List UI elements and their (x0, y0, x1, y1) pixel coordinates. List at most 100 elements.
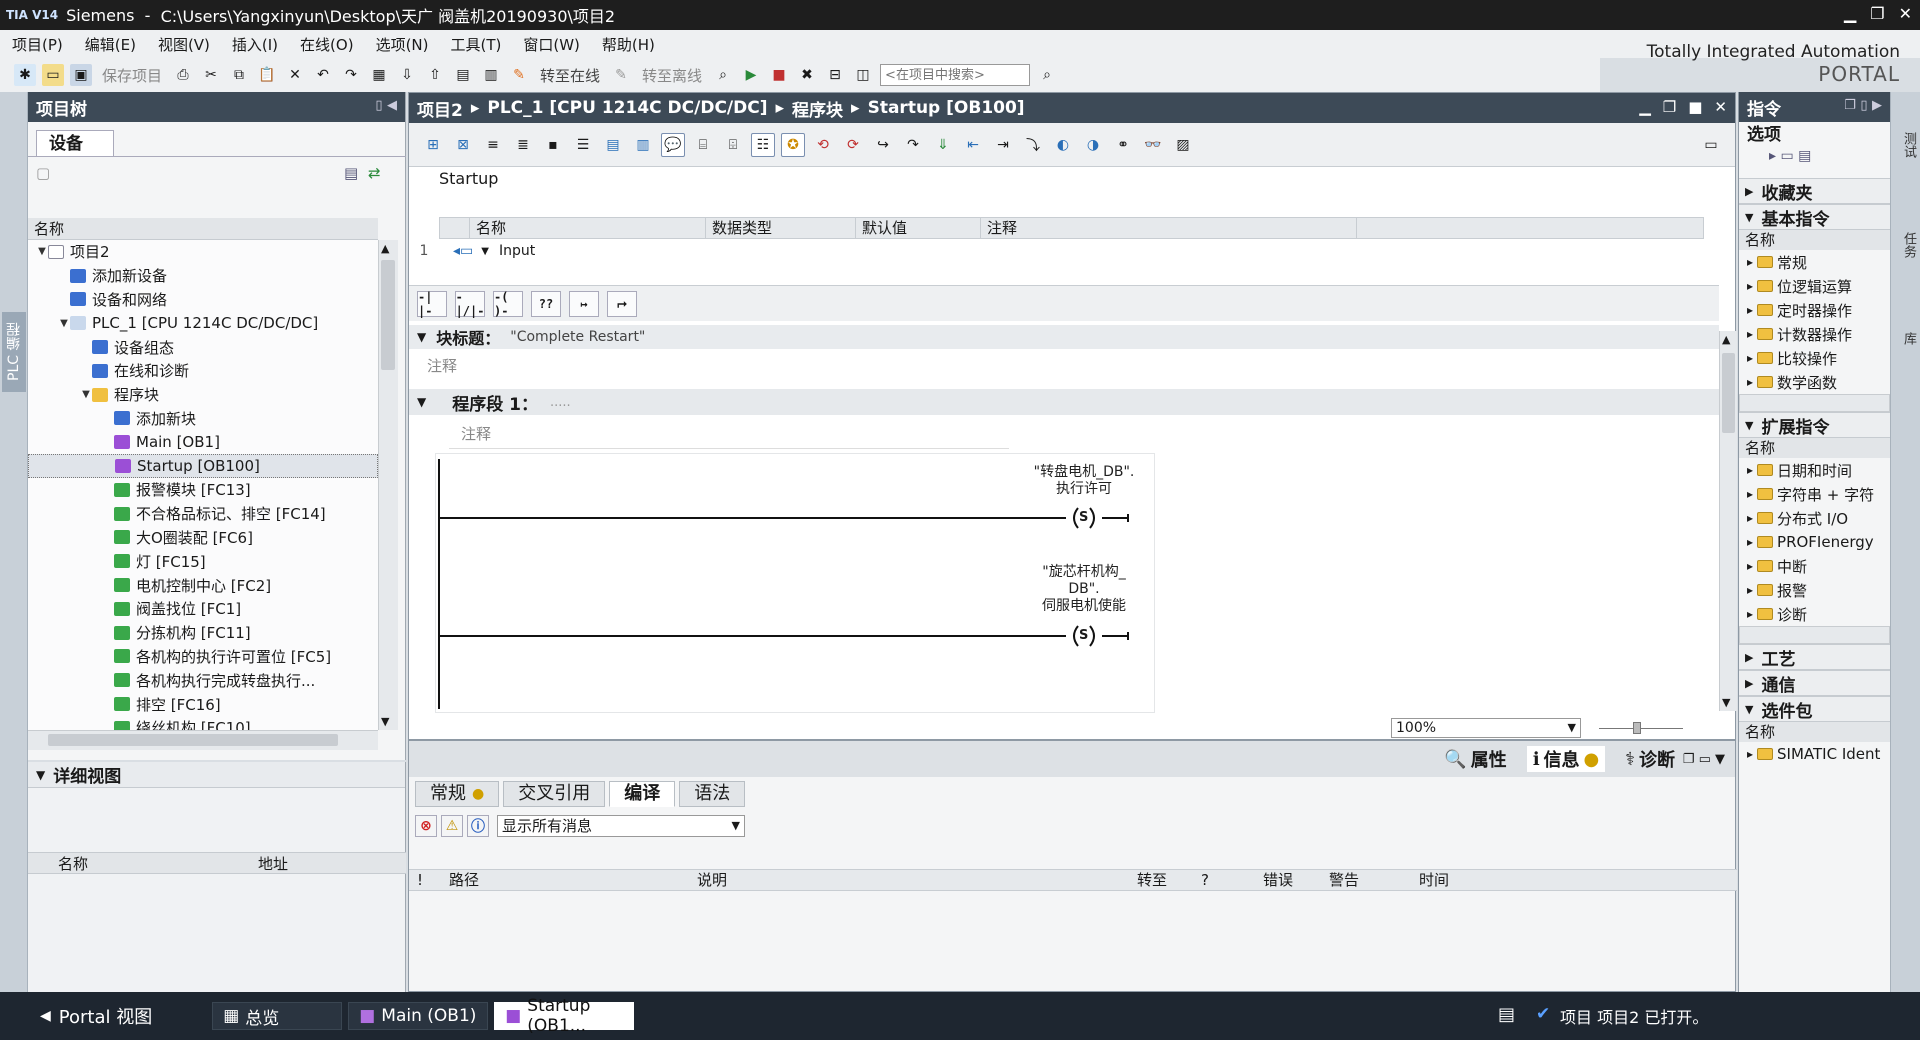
crumb-project[interactable]: 项目2 (417, 96, 463, 121)
chevron-right-icon[interactable]: ▸ (1747, 255, 1753, 269)
instruction-folder[interactable]: ▸ 位逻辑运算 (1739, 274, 1890, 298)
step-icon[interactable]: ↪ (871, 133, 895, 157)
tree-view-icon[interactable]: ▤ (344, 164, 358, 182)
chevron-right-icon[interactable]: ▸ (1747, 279, 1753, 293)
connect-icon[interactable]: ⚭ (1111, 133, 1135, 157)
chevron-right-icon[interactable]: ▸ (1747, 583, 1753, 597)
chevron-right-icon[interactable]: ▸ (1747, 747, 1753, 761)
favorites-section[interactable]: ▶ 收藏夹 (1739, 178, 1890, 204)
operand-display-icon[interactable]: ⌹ (721, 133, 745, 157)
tree-item[interactable]: 添加新块 (28, 407, 378, 431)
cross-ref-icon[interactable]: ✖ (796, 64, 818, 86)
basic-instructions-section[interactable]: ▼ 基本指令 (1739, 204, 1890, 230)
no-contact-button[interactable]: -| |- (417, 290, 447, 318)
insert-row-icon[interactable]: ≡ (481, 133, 505, 157)
go-online-icon[interactable]: ✎ (508, 64, 530, 86)
goto-prev-error-icon[interactable]: ⇤ (961, 133, 985, 157)
network-comments-icon[interactable]: ☷ (751, 132, 775, 157)
chevron-right-icon[interactable]: ▸ (1747, 351, 1753, 365)
start-cpu-icon[interactable]: ▶ (740, 64, 762, 86)
search-project-icon[interactable]: ⌕ (1036, 64, 1058, 86)
info-filter-icon[interactable]: ⓘ (467, 815, 489, 837)
instruction-folder[interactable]: ▸ PROFIenergy (1739, 530, 1890, 554)
instruction-folder[interactable]: ▸ 诊断 (1739, 602, 1890, 626)
empty-box-button[interactable]: ?? (531, 290, 561, 317)
instruction-folder[interactable]: ▸ 分布式 I/O (1739, 506, 1890, 530)
editor-minimize-icon[interactable]: ▁ (1639, 98, 1651, 116)
tree-vertical-scrollbar[interactable]: ▲ ▼ (378, 240, 398, 730)
tree-hscroll-thumb[interactable] (48, 734, 338, 746)
favorites-toggle-icon[interactable]: ✪ (781, 132, 805, 157)
device-icon[interactable]: ▥ (480, 64, 502, 86)
snapshot-icon[interactable]: ▨ (1171, 133, 1195, 157)
chevron-down-icon[interactable]: ▼ (417, 330, 426, 344)
crumb-plc[interactable]: PLC_1 [CPU 1214C DC/DC/DC] (487, 98, 767, 118)
technology-section[interactable]: ▶ 工艺 (1739, 644, 1890, 670)
undo-icon[interactable]: ↶ (312, 64, 334, 86)
split-horizontal-icon[interactable]: ⊟ (824, 64, 846, 86)
tree-new-icon[interactable]: ▢ (36, 164, 50, 182)
testing-tab[interactable]: 测试 (1894, 132, 1918, 202)
restore-icon[interactable]: ❐ (1870, 4, 1884, 23)
block-title-value[interactable]: "Complete Restart" (510, 329, 645, 345)
optional-packages-section[interactable]: ▼ 选件包 (1739, 696, 1890, 722)
coil-2[interactable] (439, 625, 1129, 647)
tree-item[interactable]: 排空 [FC16] (28, 692, 378, 716)
simulate-icon[interactable]: ▤ (452, 64, 474, 86)
chevron-right-icon[interactable]: ▸ (1747, 327, 1753, 341)
tree-item[interactable]: 各机构执行完成转盘执行... (28, 668, 378, 692)
panel-controls-icon[interactable]: ❐ ▭ ▼ (1683, 752, 1725, 767)
glasses-icon[interactable]: 👓 (1141, 133, 1165, 157)
block-comment[interactable]: 注释 (427, 355, 457, 376)
show-comments-icon[interactable]: 💬 (661, 132, 685, 157)
open-all-networks-icon[interactable]: ☰ (571, 133, 595, 157)
chevron-left-icon[interactable]: ◀ (40, 1008, 51, 1024)
basic-hscrollbar[interactable] (1739, 394, 1890, 412)
chevron-right-icon[interactable]: ▸ (1747, 487, 1753, 501)
menu-online[interactable]: 在线(O) (300, 34, 354, 55)
split-vertical-icon[interactable]: ◫ (852, 64, 874, 86)
tree-horizontal-scrollbar[interactable] (28, 730, 378, 750)
network-title-dots[interactable]: ..... (550, 395, 571, 410)
tree-sync-icon[interactable]: ⇄ (368, 164, 381, 182)
tree-item[interactable]: ▼ 项目2 (28, 240, 378, 264)
instruction-folder[interactable]: ▸ 常规 (1739, 250, 1890, 274)
tree-item[interactable]: Main [OB1] (28, 430, 378, 454)
tab-info[interactable]: ℹ 信息 ● (1526, 746, 1606, 772)
compile-icon[interactable]: ▦ (368, 64, 390, 86)
menu-view[interactable]: 视图(V) (158, 34, 210, 55)
editor-settings-icon[interactable]: ▭ (1699, 133, 1723, 157)
tab-properties[interactable]: 🔍 属性 (1444, 746, 1506, 772)
libraries-tab[interactable]: 库 (1894, 332, 1918, 382)
reset-start-icon[interactable]: ▪ (541, 133, 565, 157)
network-comment[interactable]: 注释 (449, 423, 1009, 449)
cut-icon[interactable]: ✂ (200, 64, 222, 86)
chevron-right-icon[interactable]: ▸ (1747, 303, 1753, 317)
chevron-down-icon[interactable]: ▼ (732, 816, 740, 836)
close-icon[interactable]: ✕ (1899, 4, 1912, 23)
add-row-icon[interactable]: ≣ (511, 133, 535, 157)
coil-2-operand[interactable]: "旋芯杆机构_ DB". 伺服电机使能 (1014, 564, 1154, 615)
editor-float-icon[interactable]: ❐ (1663, 98, 1676, 116)
instruction-folder[interactable]: ▸ 定时器操作 (1739, 298, 1890, 322)
upload-icon[interactable]: ⇧ (424, 64, 446, 86)
tree-item[interactable]: 大O圈装配 [FC6] (28, 526, 378, 550)
chevron-right-icon[interactable]: ▸ (1747, 511, 1753, 525)
menu-options[interactable]: 选项(N) (376, 34, 429, 55)
instruction-folder[interactable]: ▸ 日期和时间 (1739, 458, 1890, 482)
message-filter-select[interactable]: 显示所有消息 ▼ (497, 815, 745, 837)
plc-programming-tab[interactable]: PLC 编程 (2, 312, 26, 392)
copy-icon[interactable]: ⧉ (228, 64, 250, 86)
collapse-panel-icon[interactable]: ▯ ◀ (375, 98, 397, 113)
scroll-up-icon[interactable]: ▲ (1722, 333, 1730, 346)
overview-button[interactable]: ▦ 总览 (212, 1002, 343, 1030)
print-icon[interactable]: ⎙ (172, 64, 194, 86)
chevron-right-icon[interactable]: ▸ (1747, 463, 1753, 477)
subtab-compile[interactable]: 编译 (609, 781, 676, 807)
tree-scroll-thumb[interactable] (381, 260, 395, 370)
chevron-right-icon[interactable]: ▸ (1747, 607, 1753, 621)
instruction-folder[interactable]: ▸ 报警 (1739, 578, 1890, 602)
go-online-button[interactable]: 转至在线 (540, 65, 600, 86)
portal-view-button[interactable]: Portal 视图 (59, 1003, 152, 1029)
new-project-icon[interactable]: ✱ (14, 64, 36, 86)
